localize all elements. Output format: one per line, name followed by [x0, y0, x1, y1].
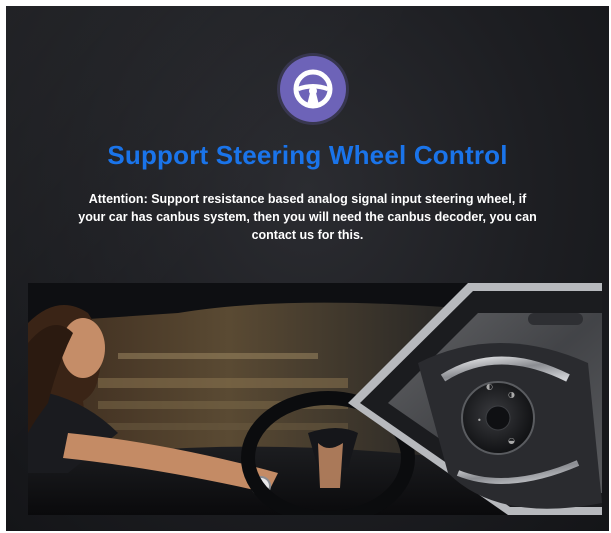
svg-text:◒: ◒: [508, 436, 515, 445]
svg-text:◑: ◑: [508, 390, 515, 399]
svg-text:•: •: [477, 416, 482, 425]
steering-wheel-badge: [280, 56, 346, 122]
feature-banner: Support Steering Wheel Control Attention…: [6, 6, 609, 531]
steering-wheel-icon: [293, 69, 333, 109]
svg-text:◐: ◐: [486, 382, 493, 391]
headline: Support Steering Wheel Control: [107, 140, 508, 170]
woman-driving-photo: ◐ ◑ ◒ •: [28, 283, 602, 515]
attention-text: Attention: Support resistance based anal…: [78, 192, 537, 242]
